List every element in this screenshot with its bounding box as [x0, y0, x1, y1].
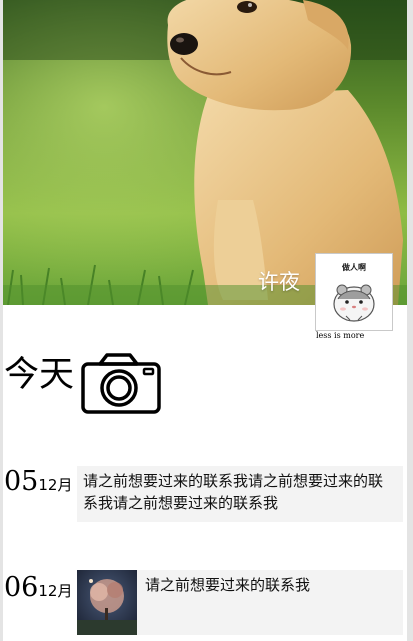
new-post-row: 今天 [3, 350, 407, 416]
tree-photo-image [77, 570, 137, 635]
post-day: 05 [4, 466, 39, 497]
post-content[interactable]: 请之前想要过来的联系我请之前想要过来的联系我请之前想要过来的联系我 [77, 466, 403, 522]
today-label: 今天 [4, 355, 75, 395]
profile-motto: less is more [316, 331, 365, 340]
post-month: 12月 [38, 476, 73, 494]
post-item[interactable]: 0512月 请之前想要过来的联系我请之前想要过来的联系我请之前想要过来的联系我 [3, 466, 407, 526]
camera-icon[interactable] [80, 353, 162, 415]
post-day: 06 [4, 572, 39, 603]
profile-avatar[interactable]: 做人啊 [315, 253, 393, 331]
post-item[interactable]: 0612月 请之前想要过来的联系我 [3, 570, 407, 636]
avatar-caption: 做人啊 [342, 263, 366, 272]
post-content[interactable]: 请之前想要过来的联系我 [77, 570, 403, 635]
profile-nickname[interactable]: 许夜 [258, 266, 300, 296]
post-text: 请之前想要过来的联系我 [145, 576, 311, 594]
post-date: 0512月 [4, 466, 72, 497]
post-date: 0612月 [4, 572, 72, 603]
post-month: 12月 [38, 582, 73, 600]
moments-page: 许夜 做人啊 less is more 今天 0512月 请之前想要过来的联系我… [3, 0, 407, 641]
post-thumbnail[interactable] [77, 570, 137, 635]
post-text: 请之前想要过来的联系我请之前想要过来的联系我请之前想要过来的联系我 [83, 472, 384, 512]
